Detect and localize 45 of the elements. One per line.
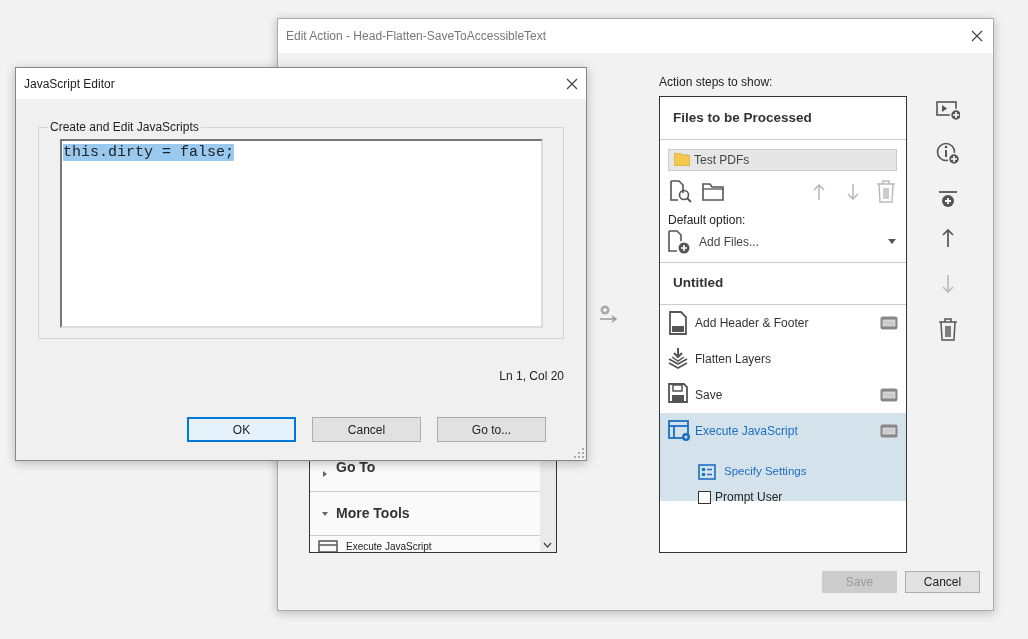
- tool-item[interactable]: Execute JavaScript: [346, 540, 432, 552]
- up-arrow-icon[interactable]: [941, 228, 955, 248]
- close-icon: [566, 77, 578, 90]
- dialog-toggle-icon[interactable]: [880, 387, 898, 402]
- dialog-toggle-icon[interactable]: [880, 315, 898, 330]
- dialog-button[interactable]: OK: [187, 417, 296, 442]
- window-icon: [318, 540, 338, 552]
- group-header[interactable]: Go To: [310, 461, 540, 491]
- settings-list-icon: [698, 463, 716, 480]
- action-step[interactable]: Flatten Layers: [660, 340, 906, 377]
- section-title: Untitled: [660, 261, 906, 305]
- folder-field[interactable]: Test PDFs: [668, 148, 897, 171]
- group-label: Create and Edit JavaScripts: [49, 121, 200, 133]
- caret-icon: [888, 239, 896, 245]
- dialog-button[interactable]: Cancel: [312, 417, 421, 442]
- section-title: Files to be Processed: [660, 96, 906, 140]
- document-search-icon[interactable]: [670, 180, 692, 204]
- folder-icon: [674, 153, 690, 167]
- settings-link[interactable]: Specify Settings: [724, 462, 807, 481]
- cursor-position: Ln 1, Col 20: [499, 369, 564, 383]
- window-title: JavaScript Editor: [24, 75, 115, 93]
- steps-label: Action steps to show:: [659, 74, 774, 91]
- action-step[interactable]: Save: [660, 376, 906, 413]
- dialog-button[interactable]: Go to...: [437, 417, 546, 442]
- info-add-icon[interactable]: [936, 142, 960, 166]
- play-add-icon[interactable]: [936, 101, 960, 121]
- close-icon: [971, 30, 983, 42]
- default-option-label: Default option:: [668, 211, 747, 229]
- close-button[interactable]: [971, 30, 983, 42]
- caret-icon: [322, 470, 328, 478]
- caret-icon: [322, 509, 328, 518]
- window-gear-icon: [668, 418, 691, 443]
- folder-icon[interactable]: [702, 182, 724, 201]
- dialog-toggle-icon[interactable]: [880, 423, 898, 438]
- close-button[interactable]: [566, 77, 578, 90]
- code-editor[interactable]: this.dirty = false;: [60, 139, 543, 328]
- default-option-dropdown[interactable]: Add Files...: [668, 229, 896, 254]
- action-step[interactable]: Add Header & Footer: [660, 304, 906, 341]
- window-title: Edit Action - Head-Flatten-SaveToAccessibleText: [286, 28, 547, 45]
- trash-icon[interactable]: [938, 318, 958, 341]
- add-file-icon: [668, 229, 691, 254]
- scroll-down-icon[interactable]: [543, 542, 552, 548]
- dialog-button[interactable]: Cancel: [905, 571, 980, 593]
- resize-grip-icon[interactable]: [574, 448, 584, 458]
- divider-add-icon[interactable]: [938, 190, 958, 208]
